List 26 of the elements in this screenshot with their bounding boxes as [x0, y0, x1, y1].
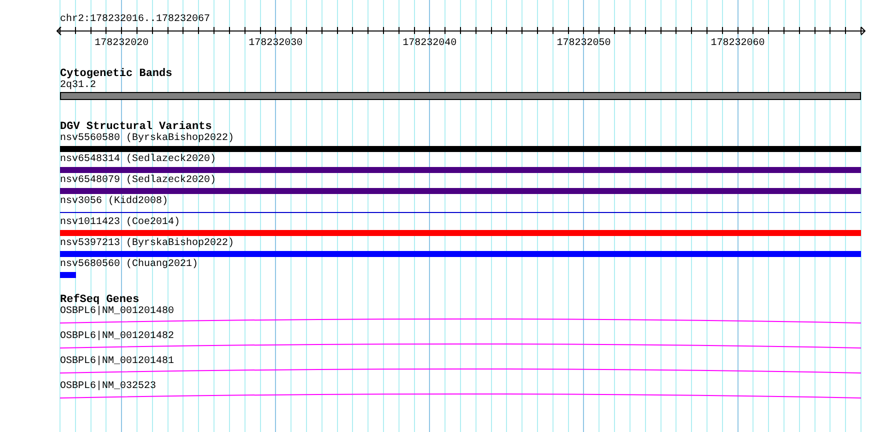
track-title: Cytogenetic Bands — [60, 68, 172, 80]
tick-label: 178232040 — [402, 38, 457, 48]
feature-label: nsv5560580 (ByrskaBishop2022) — [60, 133, 234, 145]
feature-label: nsv6548079 (Sedlazeck2020) — [60, 175, 216, 187]
gene-line[interactable] — [60, 344, 861, 348]
gene-line[interactable] — [60, 394, 861, 398]
tick-label: 178232050 — [556, 38, 611, 48]
feature-label: OSBPL6|NM_001201481 — [60, 356, 174, 368]
region-title: chr2:178232016..178232067 — [60, 14, 210, 26]
track-title: DGV Structural Variants — [60, 121, 212, 133]
feature-label: OSBPL6|NM_032523 — [60, 381, 156, 393]
feature-label: OSBPL6|NM_001201480 — [60, 306, 174, 318]
feature-label: nsv5397213 (ByrskaBishop2022) — [60, 238, 234, 250]
feature-label: nsv6548314 (Sedlazeck2020) — [60, 154, 216, 166]
chromosome-band[interactable] — [60, 92, 861, 100]
gene-line[interactable] — [60, 318, 861, 324]
feature-label: nsv3056 (Kidd2008) — [60, 196, 168, 208]
feature-label: OSBPL6|NM_001201482 — [60, 331, 174, 343]
feature-label: nsv5680560 (Chuang2021) — [60, 259, 198, 271]
tick-label: 178232030 — [248, 38, 303, 48]
feature-label: 2q31.2 — [60, 80, 96, 92]
tick-label: 178232060 — [710, 38, 765, 48]
tick-label: 178232020 — [94, 38, 149, 48]
gene-line[interactable] — [60, 368, 861, 374]
track-title: RefSeq Genes — [60, 294, 140, 306]
feature-label: nsv1011423 (Coe2014) — [60, 217, 180, 229]
